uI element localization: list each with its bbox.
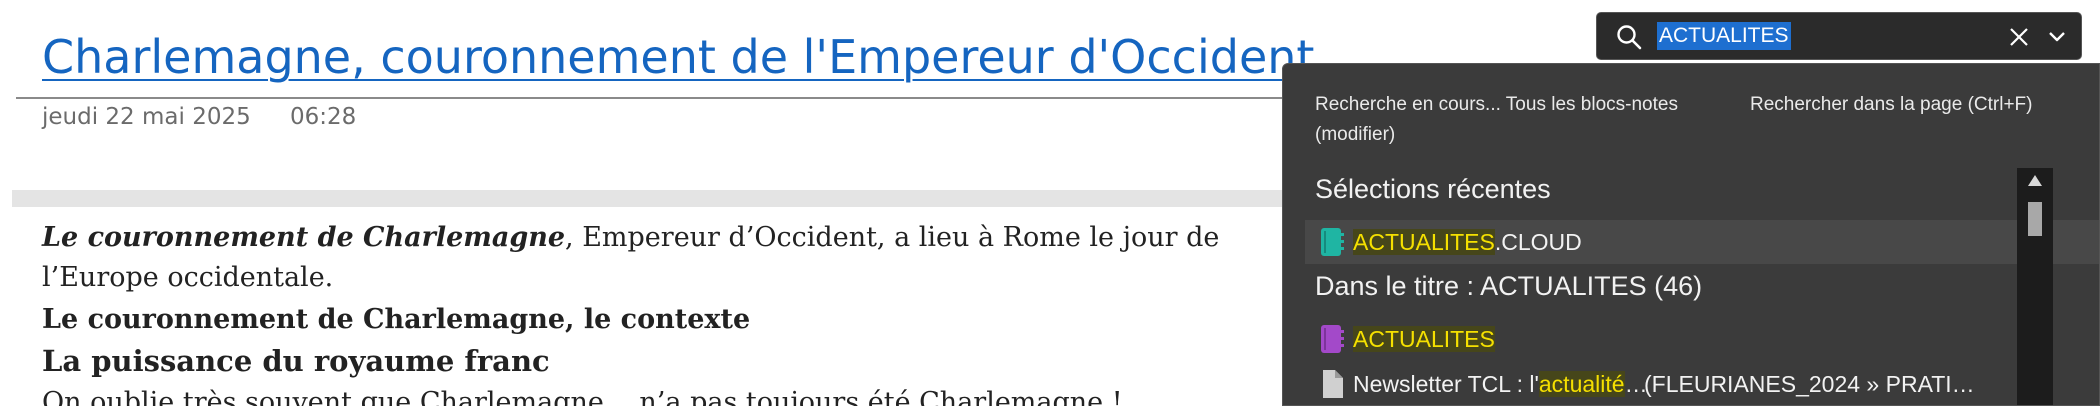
title-divider: [16, 97, 1316, 99]
match-highlight: actualité: [1538, 371, 1625, 397]
page-date: jeudi 22 mai 2025: [42, 104, 251, 130]
paragraph-intro-text: , Empereur d’Occident, a lieu à Rome le …: [565, 222, 1220, 253]
result-item[interactable]: ACTUALITES.CLOUD: [1305, 220, 2099, 264]
search-scope-link[interactable]: Recherche en cours... Tous les blocs-not…: [1315, 90, 1725, 150]
paragraph-line-5: On oublie très souvent que Charlemagne… …: [42, 387, 1123, 406]
heading-context: Le couronnement de Charlemagne, le conte…: [42, 304, 751, 335]
result-label-prefix: Newsletter TCL : l': [1353, 371, 1539, 397]
match-highlight: ACTUALITES: [1353, 326, 1495, 352]
result-item[interactable]: Newsletter TCL : l'actualité… (FLEURIANE…: [1305, 362, 2099, 405]
scrollbar-thumb[interactable]: [2028, 202, 2042, 236]
close-icon[interactable]: [2007, 25, 2031, 49]
recent-heading: Sélections récentes: [1315, 174, 1551, 204]
search-box[interactable]: ACTUALITES: [1596, 12, 2082, 60]
page-title[interactable]: Charlemagne, couronnement de l'Empereur …: [42, 30, 1314, 84]
notebook-icon: [1317, 324, 1347, 354]
results-scrollbar[interactable]: [2017, 168, 2053, 405]
search-icon: [1615, 23, 1643, 51]
search-results-panel: Recherche en cours... Tous les blocs-not…: [1282, 63, 2100, 406]
paragraph-intro-emphasis: Le couronnement de Charlemagne: [42, 222, 566, 253]
heading-royaume: La puissance du royaume franc: [42, 344, 550, 378]
scroll-up-arrow-icon[interactable]: [2027, 174, 2043, 188]
paragraph-intro: Le couronnement de Charlemagne, Empereur…: [42, 222, 1219, 253]
result-label: .CLOUD: [1494, 229, 1582, 255]
match-highlight: ACTUALITES: [1353, 229, 1495, 255]
notebook-icon: [1317, 227, 1347, 257]
result-item[interactable]: ACTUALITES: [1305, 317, 2099, 361]
find-in-page-link[interactable]: Rechercher dans la page (Ctrl+F): [1750, 90, 2033, 120]
paragraph-line-2: l’Europe occidentale.: [42, 262, 334, 293]
result-location: (FLEURIANES_2024 » PRATI…: [1644, 371, 1975, 397]
chevron-down-icon[interactable]: [2047, 27, 2067, 47]
page-icon: [1317, 369, 1347, 399]
page-time: 06:28: [290, 104, 357, 130]
search-input[interactable]: ACTUALITES: [1657, 22, 1791, 50]
title-results-heading: Dans le titre : ACTUALITES (46): [1315, 271, 1703, 301]
